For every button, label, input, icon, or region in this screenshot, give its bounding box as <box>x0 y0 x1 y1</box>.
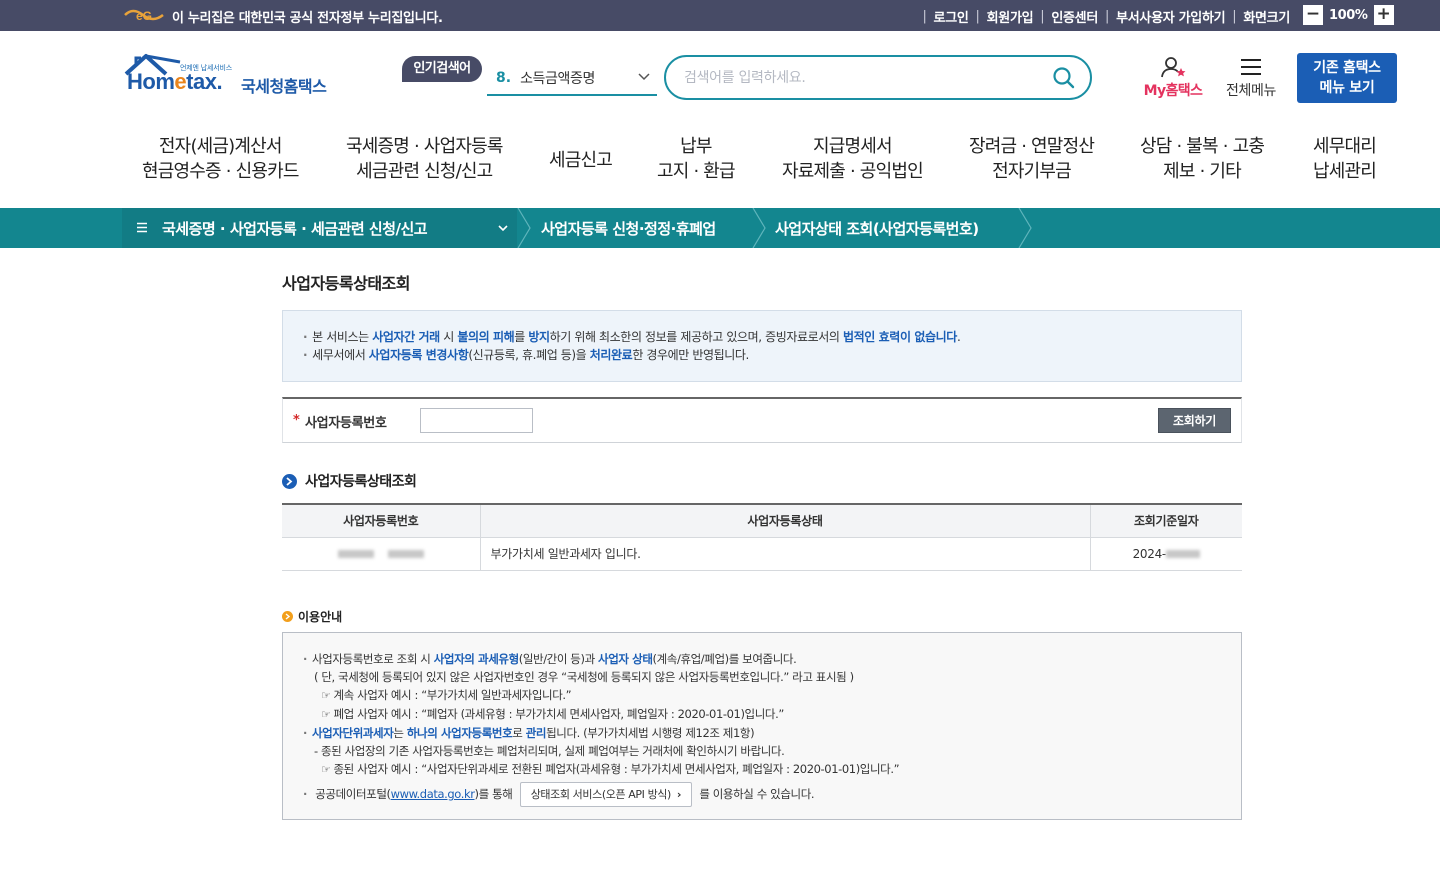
guide-line: ( 단, 국세청에 등록되어 있지 않은 사업자번호인 경우 “국세청에 등록되… <box>314 670 854 684</box>
guide-line: ☞ 폐업 사업자 예시 : “폐업자 (과세유형 : 부가가치세 면세사업자, 폐… <box>321 707 784 721</box>
nav-e-invoice[interactable]: 전자(세금)계산서 현금영수증 · 신용카드 <box>142 134 299 184</box>
business-number-input[interactable] <box>420 408 533 433</box>
required-mark: * <box>293 413 300 428</box>
legacy-menu-button[interactable]: 기존 홈택스 메뉴 보기 <box>1297 53 1397 103</box>
screen-size-label: 화면크기 <box>1243 11 1290 26</box>
table-row: 부가가치세 일반과세자 입니다. 2024- <box>282 537 1242 571</box>
masked-value <box>1165 550 1200 558</box>
masked-value <box>337 550 374 558</box>
open-api-button[interactable]: 상태조회 서비스(오픈 API 방식) › <box>519 782 693 807</box>
result-table: 사업자등록번호 사업자등록상태 조회기준일자 부가가치세 일반과세자 입니다. … <box>282 503 1242 571</box>
search-box <box>664 55 1092 100</box>
guide-line: 사업자등록번호로 조회 시 사업자의 과세유형(일반/간이 등)과 사업자 상태… <box>303 650 1241 668</box>
nav-consultation[interactable]: 상담 · 불복 · 고충 제보 · 기타 <box>1140 134 1265 184</box>
nav-payment[interactable]: 납부 고지 · 환급 <box>657 134 736 184</box>
nav-certificates[interactable]: 국세증명 · 사업자등록 세금관련 신청/신고 <box>346 134 503 184</box>
brand-name: 국세청홈택스 <box>241 77 327 96</box>
guide-line: - 종된 사업장의 기존 사업자등록번호는 폐업처리되며, 실제 폐업여부는 거… <box>314 744 785 758</box>
guide-line: ☞ 종된 사업자 예시 : “사업자단위과세로 전환된 폐업자(과세유형 : 부가… <box>321 762 900 776</box>
all-menu-label: 전체메뉴 <box>1226 83 1276 99</box>
arrow-right-circle-icon <box>282 473 297 489</box>
divider: | <box>1040 9 1045 24</box>
service-notice: 본 서비스는 사업자간 거래 시 불의의 피해를 방지하기 위해 최소한의 정보… <box>282 310 1242 382</box>
nav-statements[interactable]: 지급명세서 자료제출 · 공익법인 <box>782 134 924 184</box>
zoom-out-button[interactable]: − <box>1303 5 1323 25</box>
notice-line: 본 서비스는 사업자간 거래 시 불의의 피해를 방지하기 위해 최소한의 정보… <box>303 328 1241 346</box>
egov-logo-icon: eG <box>124 9 164 23</box>
divider: | <box>1105 9 1110 24</box>
business-number-search-form: * 사업자등록번호 조회하기 <box>282 397 1242 443</box>
business-number-cell <box>282 537 480 571</box>
pointing-hand-icon: ☞ <box>321 689 331 702</box>
breadcrumb-level3: 사업자상태 조회(사업자등록번호) <box>775 220 979 238</box>
cert-center-link[interactable]: 인증센터 <box>1051 7 1098 26</box>
pointing-hand-icon: ☞ <box>321 763 331 776</box>
svg-text:eG: eG <box>136 9 152 23</box>
popular-rank: 8. <box>496 70 512 86</box>
nav-tax-agent[interactable]: 세무대리 납세관리 <box>1313 134 1377 184</box>
guide-title: 이용안내 <box>282 608 342 625</box>
column-header: 사업자등록번호 <box>282 503 480 538</box>
popular-search-dropdown[interactable]: 8. 소득금액증명 <box>487 62 657 96</box>
popular-term: 소득금액증명 <box>520 71 595 87</box>
page-title: 사업자등록상태조회 <box>282 274 410 293</box>
guide-line: 공공데이터포털(www.data.go.kr)를 통해 상태조회 서비스(오픈 … <box>303 782 1241 807</box>
search-icon[interactable] <box>1052 66 1076 90</box>
query-button[interactable]: 조회하기 <box>1158 408 1231 433</box>
breadcrumb-separator-icon <box>752 208 766 248</box>
breadcrumb-level2[interactable]: 사업자등록 신청·정정·휴폐업 <box>541 218 716 239</box>
status-cell: 부가가치세 일반과세자 입니다. <box>479 537 1090 571</box>
column-header: 조회기준일자 <box>1089 503 1242 538</box>
data-portal-link[interactable]: www.data.go.kr <box>391 787 475 801</box>
breadcrumb-separator-icon <box>1018 208 1032 248</box>
chevron-down-icon[interactable] <box>497 222 509 234</box>
breadcrumb: 국세증명 · 사업자등록 · 세금관련 신청/신고 사업자등록 신청·정정·휴폐… <box>0 208 1440 248</box>
all-menu-button[interactable]: 전체메뉴 <box>1218 58 1284 102</box>
my-hometax-label: My홈택스 <box>1143 83 1203 99</box>
popular-search-tag: 인기검색어 <box>402 56 482 82</box>
zoom-value: 100% <box>1329 7 1368 23</box>
nav-incentives[interactable]: 장려금 · 연말정산 전자기부금 <box>969 134 1095 184</box>
login-link[interactable]: 로그인 <box>934 7 969 26</box>
date-cell: 2024- <box>1089 537 1242 571</box>
breadcrumb-level1[interactable]: 국세증명 · 사업자등록 · 세금관련 신청/신고 <box>162 218 428 239</box>
gov-top-bar: eG 이 누리집은 대한민국 공식 전자정부 누리집입니다. | 로그인 | 회… <box>0 0 1440 31</box>
divider: | <box>922 9 927 24</box>
business-number-label: 사업자등록번호 <box>305 416 387 431</box>
masked-value <box>387 550 424 558</box>
chevron-right-icon: › <box>676 788 682 801</box>
nav-tax-return[interactable]: 세금신고 <box>549 148 613 173</box>
menu-icon <box>137 222 147 233</box>
legacy-menu-line1: 기존 홈택스 <box>1313 60 1381 76</box>
gov-notice-text: 이 누리집은 대한민국 공식 전자정부 누리집입니다. <box>172 11 443 26</box>
table-header-row: 사업자등록번호 사업자등록상태 조회기준일자 <box>282 503 1242 538</box>
chevron-circle-icon <box>282 611 293 622</box>
notice-line: 세무서에서 사업자등록 변경사항(신규등록, 휴.폐업 등)을 처리완료한 경우… <box>303 346 1241 364</box>
legacy-menu-line2: 메뉴 보기 <box>1319 80 1375 96</box>
pointing-hand-icon: ☞ <box>321 708 331 721</box>
main-nav: 전자(세금)계산서 현금영수증 · 신용카드 국세증명 · 사업자등록 세금관련 신… <box>120 134 1400 190</box>
top-links: | 로그인 | 회원가입 | 인증센터 | 부서사용자 가입하기 | 화면크기 <box>915 7 1290 26</box>
result-section-title: 사업자등록상태조회 <box>282 471 417 491</box>
guide-line: ☞ 계속 사업자 예시 : “부가가치세 일반과세자입니다.” <box>321 688 572 702</box>
signup-link[interactable]: 회원가입 <box>987 7 1034 26</box>
hamburger-icon <box>1241 59 1261 75</box>
divider: | <box>975 9 980 24</box>
my-hometax-button[interactable]: My홈택스 <box>1138 56 1208 102</box>
user-icon <box>1161 57 1186 78</box>
divider: | <box>1232 9 1237 24</box>
search-input[interactable] <box>684 67 1024 89</box>
breadcrumb-separator-icon <box>517 208 531 248</box>
zoom-in-button[interactable]: + <box>1373 5 1394 25</box>
column-header: 사업자등록상태 <box>479 503 1090 538</box>
usage-guide-box: 사업자등록번호로 조회 시 사업자의 과세유형(일반/간이 등)과 사업자 상태… <box>282 632 1242 820</box>
dept-user-signup-link[interactable]: 부서사용자 가입하기 <box>1116 7 1225 26</box>
brand-wordmark: Hometax. <box>127 69 223 94</box>
guide-line: 사업자단위과세자는 하나의 사업자등록번호로 관리됩니다. (부가가치세법 시행… <box>303 724 1241 742</box>
zoom-control: − 100% + <box>1303 5 1394 25</box>
chevron-down-icon <box>638 73 650 81</box>
